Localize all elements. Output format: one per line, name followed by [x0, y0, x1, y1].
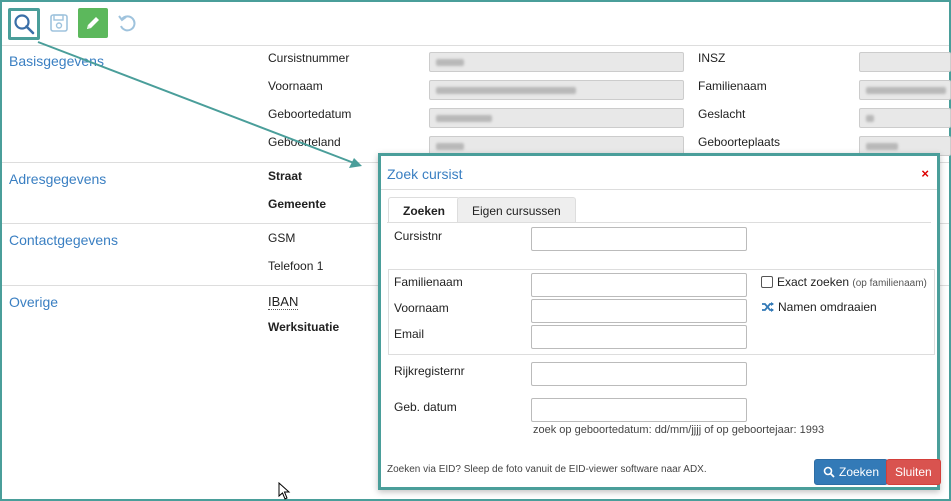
label-geb-datum: Geb. datum [394, 400, 457, 414]
dialog-header-divider [381, 189, 937, 190]
exact-zoeken-checkbox[interactable] [761, 276, 773, 288]
close-icon[interactable]: × [921, 166, 929, 181]
label-voornaam: Voornaam [394, 301, 449, 315]
tab-zoeken[interactable]: Zoeken [388, 197, 461, 223]
label-familienaam: Familienaam [394, 275, 463, 289]
familienaam-input[interactable] [531, 273, 747, 297]
label-rijkregisternr: Rijkregisternr [394, 364, 465, 378]
label-email: Email [394, 327, 425, 341]
tab-eigen-cursussen[interactable]: Eigen cursussen [457, 197, 576, 223]
zoeken-button[interactable]: Zoeken [814, 459, 889, 485]
shuffle-icon [762, 302, 774, 312]
geb-datum-input[interactable] [531, 398, 747, 422]
zoeken-button-label: Zoeken [839, 465, 880, 479]
exact-zoeken-text: Exact zoeken [777, 275, 850, 289]
exact-zoeken-label[interactable]: Exact zoeken (op familienaam) [777, 275, 927, 289]
exact-zoeken-note: (op familienaam) [852, 278, 927, 289]
search-icon [823, 466, 835, 478]
namen-omdraaien-link[interactable]: Namen omdraaien [778, 300, 877, 314]
email-input[interactable] [531, 325, 747, 349]
tab-divider [387, 222, 931, 223]
cursistnr-input[interactable] [531, 227, 747, 251]
dialog-title: Zoek cursist [387, 166, 463, 182]
mouse-cursor-icon [278, 482, 291, 500]
eid-hint: Zoeken via EID? Sleep de foto vanuit de … [387, 464, 707, 475]
zoek-cursist-dialog: Zoek cursist × Zoeken Eigen cursussen Cu… [378, 153, 941, 490]
rijkregisternr-input[interactable] [531, 362, 747, 386]
geb-datum-hint: zoek op geboortedatum: dd/mm/jjjj of op … [533, 424, 825, 436]
voornaam-input[interactable] [531, 299, 747, 323]
sluiten-button[interactable]: Sluiten [886, 459, 941, 485]
label-cursistnr: Cursistnr [394, 229, 443, 243]
